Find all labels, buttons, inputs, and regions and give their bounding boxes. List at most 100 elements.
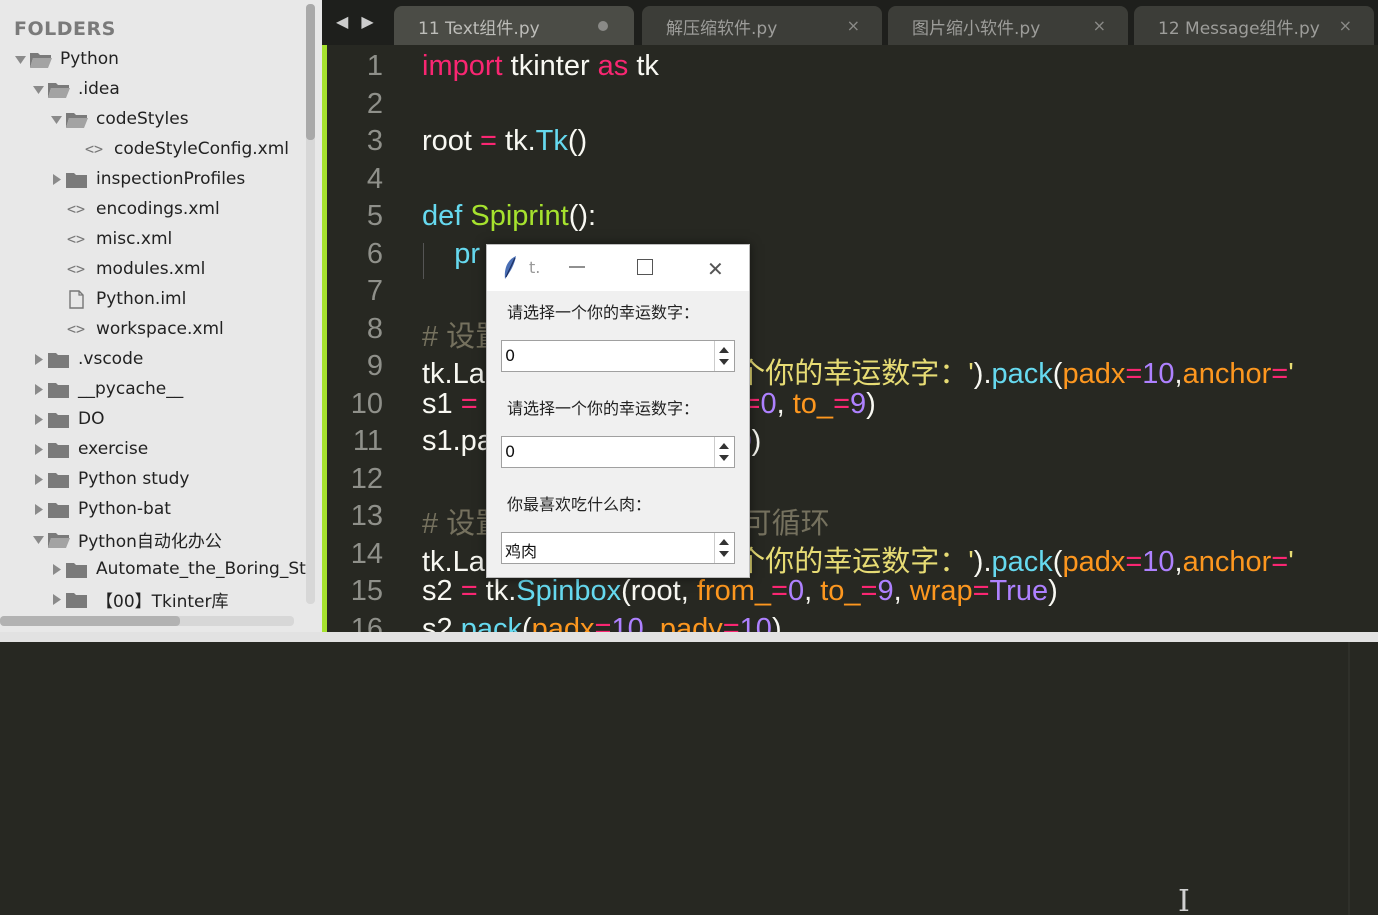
tab-image-shrink-software[interactable]: 图片缩小软件.py × (888, 6, 1128, 46)
tree-item-label: Python自动化办公 (78, 531, 222, 552)
code-token: (): (568, 200, 597, 232)
sidebar-vertical-scrollbar[interactable] (306, 4, 315, 604)
indent-guide (423, 243, 424, 279)
lucky-number-spinbox-2[interactable]: 0 (501, 436, 735, 468)
code-token: anchor (1182, 545, 1272, 578)
tree-item[interactable]: .idea (30, 74, 120, 104)
tree-item[interactable]: exercise (30, 434, 148, 464)
minimize-icon[interactable] (567, 255, 587, 279)
code-token: ( (521, 612, 532, 633)
tree-item-label: .idea (78, 79, 120, 99)
open-folder-icon (46, 529, 70, 549)
tree-item[interactable]: Python.iml (48, 284, 186, 314)
tree-item-label: .vscode (78, 349, 144, 369)
modified-dot-icon[interactable] (598, 21, 608, 31)
disclosure-right-icon[interactable] (30, 441, 46, 457)
tree-item[interactable]: .vscode (30, 344, 143, 374)
tree-item[interactable]: Automate_the_Boring_Stu (48, 554, 317, 584)
disclosure-down-icon[interactable] (12, 51, 28, 67)
code-token: 10 (1142, 358, 1175, 390)
scrollbar-thumb[interactable] (306, 4, 315, 140)
spin-down-arrow-icon[interactable] (719, 455, 729, 461)
sidebar-horizontal-scrollbar[interactable] (0, 616, 294, 626)
spin-down-arrow-icon[interactable] (719, 359, 729, 365)
spinbox-arrows (714, 437, 734, 467)
code-token: = (480, 125, 497, 157)
tree-item-label: inspectionProfiles (96, 169, 246, 189)
disclosure-right-icon[interactable] (30, 411, 46, 427)
tree-item[interactable]: __pycache__ (30, 374, 183, 404)
tab-text-component[interactable]: 11 Text组件.py (394, 6, 634, 46)
code-line: def Spiprint(): (422, 200, 596, 233)
tree-item[interactable]: Python (12, 44, 119, 74)
code-token: = (722, 612, 740, 633)
close-icon[interactable]: × (1093, 16, 1106, 35)
code-editor[interactable]: 1 2 3 4 5 6 7 8 9 10 11 12 13 14 15 16 import tkinter a… (322, 45, 1378, 632)
disclosure-down-icon[interactable] (30, 531, 46, 547)
tree-item[interactable]: <> misc.xml (48, 224, 172, 254)
tree-item-label: exercise (78, 439, 149, 459)
tree-item[interactable]: <> codeStyleConfig.xml (66, 134, 289, 164)
tree-item[interactable]: 【00】Tkinter库 (48, 584, 228, 614)
code-token: to_ (820, 575, 861, 607)
code-token: tk (628, 50, 659, 82)
disclosure-right-icon[interactable] (48, 591, 64, 607)
disclosure-right-icon[interactable] (30, 501, 46, 517)
tree-item[interactable]: <> workspace.xml (48, 314, 224, 344)
tab-label: 11 Text组件.py (418, 18, 540, 39)
spin-down-arrow-icon[interactable] (719, 551, 729, 557)
lucky-number-spinbox-1[interactable]: 0 (501, 340, 735, 372)
code-token: 0 (787, 575, 805, 607)
code-token: ( (1052, 358, 1063, 390)
close-icon[interactable]: × (847, 16, 860, 35)
tree-item[interactable]: Python自动化办公 (30, 524, 222, 554)
tab-message-component[interactable]: 12 Message组件.py × (1134, 6, 1374, 46)
disclosure-down-icon[interactable] (30, 81, 46, 97)
tree-item-label: encodings.xml (96, 199, 220, 219)
tree-item[interactable]: Python study (30, 464, 189, 494)
scrollbar-thumb[interactable] (0, 616, 180, 626)
spinbox-value: 鸡肉 (505, 542, 538, 561)
tk-titlebar[interactable]: t. ✕ (487, 245, 749, 291)
output-panel[interactable]: I (0, 642, 1378, 915)
text-cursor-icon: I (1178, 884, 1190, 915)
disclosure-right-icon[interactable] (48, 171, 64, 187)
tree-item[interactable]: codeStyles (48, 104, 189, 134)
tab-nav-arrows[interactable]: ◀ ▶ (336, 12, 378, 31)
code-token: = (594, 612, 612, 633)
tree-item[interactable]: Python-bat (30, 494, 171, 524)
tkinter-window[interactable]: t. ✕ 请选择一个你的幸运数字： 0 请选择一个你的幸运数字： 0 你最喜欢吃… (486, 244, 750, 578)
tree-item[interactable]: inspectionProfiles (48, 164, 245, 194)
open-folder-icon (46, 79, 70, 99)
tree-item-label: DO (78, 409, 105, 429)
code-token: ) (751, 425, 762, 457)
favorite-meat-spinbox[interactable]: 鸡肉 (501, 532, 735, 564)
spin-up-arrow-icon[interactable] (719, 443, 729, 449)
spin-up-arrow-icon[interactable] (719, 539, 729, 545)
line-number: 6 (366, 237, 383, 270)
line-number: 16 (350, 612, 383, 633)
code-token: = (460, 575, 478, 607)
spinbox-arrows (714, 533, 734, 563)
disclosure-right-icon[interactable] (48, 561, 64, 577)
disclosure-right-icon[interactable] (30, 381, 46, 397)
spin-up-arrow-icon[interactable] (719, 347, 729, 353)
panel-divider[interactable] (0, 632, 1378, 642)
tree-item[interactable]: <> modules.xml (48, 254, 205, 284)
close-icon[interactable]: ✕ (707, 257, 724, 281)
sublime-text-window: FOLDERS Python .idea codeStyles <> codeStyle… (0, 0, 1378, 915)
disclosure-right-icon[interactable] (30, 351, 46, 367)
tab-decompress-software[interactable]: 解压缩软件.py × (642, 6, 882, 46)
close-icon[interactable]: × (1339, 16, 1352, 35)
code-token: pady (659, 612, 723, 633)
sidebar: FOLDERS Python .idea codeStyles <> codeStyle… (0, 0, 322, 632)
tree-item[interactable]: <> encodings.xml (48, 194, 220, 224)
disclosure-down-icon[interactable] (48, 111, 64, 127)
maximize-icon[interactable] (637, 259, 653, 275)
code-token: s2 (422, 575, 461, 607)
code-token: , (804, 575, 821, 607)
tree-item[interactable]: DO (30, 404, 104, 434)
disclosure-right-icon[interactable] (30, 471, 46, 487)
